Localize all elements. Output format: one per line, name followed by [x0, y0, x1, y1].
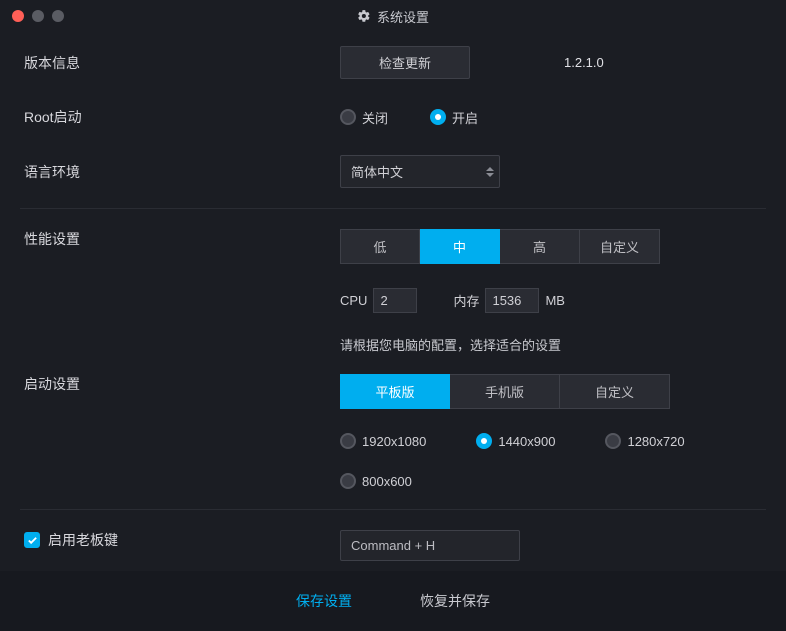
version-value: 1.2.1.0 — [564, 55, 604, 70]
bosskey-hotkey-input[interactable] — [340, 530, 520, 561]
perf-high-button[interactable]: 高 — [500, 229, 580, 264]
row-version: 版本信息 检查更新 1.2.1.0 — [20, 32, 766, 93]
cpu-input[interactable] — [373, 288, 417, 313]
startup-segmented: 平板版 手机版 自定义 — [340, 374, 670, 409]
perf-custom-button[interactable]: 自定义 — [580, 229, 660, 264]
cpu-label: CPU — [340, 293, 367, 308]
titlebar: 系统设置 — [0, 0, 786, 32]
divider — [20, 509, 766, 510]
minimize-icon[interactable] — [32, 10, 44, 22]
label-startup: 启动设置 — [20, 374, 340, 394]
mem-unit: MB — [545, 293, 565, 308]
close-icon[interactable] — [12, 10, 24, 22]
startup-tablet-button[interactable]: 平板版 — [340, 374, 450, 409]
row-root: Root启动 关闭 开启 — [20, 93, 766, 141]
label-root: Root启动 — [20, 107, 340, 127]
label-performance: 性能设置 — [20, 229, 340, 249]
row-startup: 启动设置 平板版 手机版 自定义 1920x1080 1440x900 1280… — [20, 368, 766, 503]
row-language: 语言环境 简体中文 — [20, 141, 766, 202]
label-version: 版本信息 — [20, 53, 340, 73]
root-on-label: 开启 — [452, 108, 478, 127]
gear-icon — [357, 9, 371, 23]
bosskey-checkbox[interactable] — [24, 532, 40, 548]
mem-label: 内存 — [453, 291, 479, 310]
check-update-button[interactable]: 检查更新 — [340, 46, 470, 79]
save-button[interactable]: 保存设置 — [276, 581, 372, 621]
perf-mid-button[interactable]: 中 — [420, 229, 500, 264]
label-bosskey: 启用老板键 — [48, 530, 118, 550]
startup-custom-button[interactable]: 自定义 — [560, 374, 670, 409]
root-off-radio[interactable]: 关闭 — [340, 108, 388, 127]
res-1280x720-radio[interactable]: 1280x720 — [605, 433, 684, 449]
res-1920x1080-radio[interactable]: 1920x1080 — [340, 433, 426, 449]
language-selected: 简体中文 — [340, 155, 500, 188]
res-1440x900-radio[interactable]: 1440x900 — [476, 433, 555, 449]
language-select[interactable]: 简体中文 — [340, 155, 500, 188]
root-off-label: 关闭 — [362, 108, 388, 127]
res-800x600-radio[interactable]: 800x600 — [340, 473, 412, 489]
resolution-group: 1920x1080 1440x900 1280x720 800x600 — [340, 433, 700, 489]
window-controls — [0, 10, 64, 22]
select-stepper-icon — [486, 167, 494, 177]
label-language: 语言环境 — [20, 162, 340, 182]
root-on-radio[interactable]: 开启 — [430, 108, 478, 127]
row-performance: 性能设置 低 中 高 自定义 CPU 内存 MB 请根据您电脑的配置，选择适合的… — [20, 215, 766, 368]
mem-input[interactable] — [485, 288, 539, 313]
perf-low-button[interactable]: 低 — [340, 229, 420, 264]
footer: 保存设置 恢复并保存 — [0, 571, 786, 631]
zoom-icon[interactable] — [52, 10, 64, 22]
divider — [20, 208, 766, 209]
restore-button[interactable]: 恢复并保存 — [400, 581, 510, 621]
startup-phone-button[interactable]: 手机版 — [450, 374, 560, 409]
perf-segmented: 低 中 高 自定义 — [340, 229, 660, 264]
perf-hint: 请根据您电脑的配置，选择适合的设置 — [340, 335, 766, 354]
window-title: 系统设置 — [357, 7, 429, 26]
title-text: 系统设置 — [377, 7, 429, 26]
